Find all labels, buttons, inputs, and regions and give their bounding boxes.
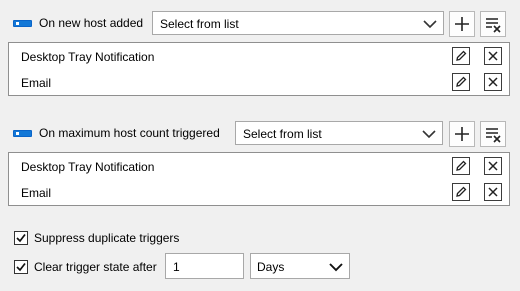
list-item-label: Email	[21, 76, 52, 90]
list-item: Desktop Tray Notification	[9, 153, 509, 179]
delete-button[interactable]	[484, 73, 502, 91]
pencil-icon	[456, 186, 467, 197]
plus-icon	[455, 127, 469, 141]
section-header: On maximum host count triggered Select f…	[0, 121, 520, 147]
clear-list-icon	[486, 128, 501, 143]
toggle-icon[interactable]	[13, 130, 32, 137]
chevron-down-icon	[423, 20, 437, 29]
clear-list-icon	[486, 18, 501, 33]
trigger-action-select[interactable]: Select from list	[235, 121, 443, 145]
clear-trigger-checkbox[interactable]	[14, 260, 28, 274]
select-value: Select from list	[160, 17, 239, 31]
close-icon	[488, 51, 498, 61]
close-icon	[488, 187, 498, 197]
add-button[interactable]	[449, 11, 475, 37]
edit-button[interactable]	[452, 157, 470, 175]
delete-button[interactable]	[484, 183, 502, 201]
list-item-label: Email	[21, 186, 52, 200]
plus-icon	[455, 17, 469, 31]
checkmark-icon	[16, 233, 26, 243]
time-unit-value: Days	[257, 260, 285, 274]
action-list: Desktop Tray Notification Email	[8, 152, 510, 206]
suppress-duplicates-label: Suppress duplicate triggers	[34, 231, 180, 245]
list-item-label: Desktop Tray Notification	[21, 160, 155, 174]
clear-after-value: 1	[173, 260, 180, 274]
list-item-label: Desktop Tray Notification	[21, 50, 155, 64]
toggle-icon[interactable]	[13, 20, 32, 27]
add-button[interactable]	[449, 121, 475, 147]
delete-button[interactable]	[484, 157, 502, 175]
edit-button[interactable]	[452, 183, 470, 201]
list-item: Email	[9, 179, 509, 205]
trigger-action-select[interactable]: Select from list	[152, 11, 444, 35]
section-label: On new host added	[39, 16, 144, 30]
chevron-down-icon	[329, 263, 343, 272]
section-header: On new host added Select from list	[0, 11, 520, 37]
action-list: Desktop Tray Notification Email	[8, 42, 510, 96]
delete-button[interactable]	[484, 47, 502, 65]
edit-button[interactable]	[452, 73, 470, 91]
time-unit-select[interactable]: Days	[250, 253, 350, 279]
section-label: On maximum host count triggered	[39, 126, 220, 140]
close-icon	[488, 77, 498, 87]
suppress-duplicates-checkbox[interactable]	[14, 231, 28, 245]
chevron-down-icon	[422, 130, 436, 139]
clear-after-input[interactable]: 1	[165, 253, 244, 279]
clear-list-button[interactable]	[480, 11, 506, 37]
select-value: Select from list	[243, 127, 322, 141]
edit-button[interactable]	[452, 47, 470, 65]
clear-trigger-label: Clear trigger state after	[34, 260, 157, 274]
pencil-icon	[456, 50, 467, 61]
pencil-icon	[456, 76, 467, 87]
list-item: Desktop Tray Notification	[9, 43, 509, 69]
close-icon	[488, 161, 498, 171]
checkmark-icon	[16, 262, 26, 272]
pencil-icon	[456, 160, 467, 171]
clear-list-button[interactable]	[480, 121, 506, 147]
list-item: Email	[9, 69, 509, 95]
